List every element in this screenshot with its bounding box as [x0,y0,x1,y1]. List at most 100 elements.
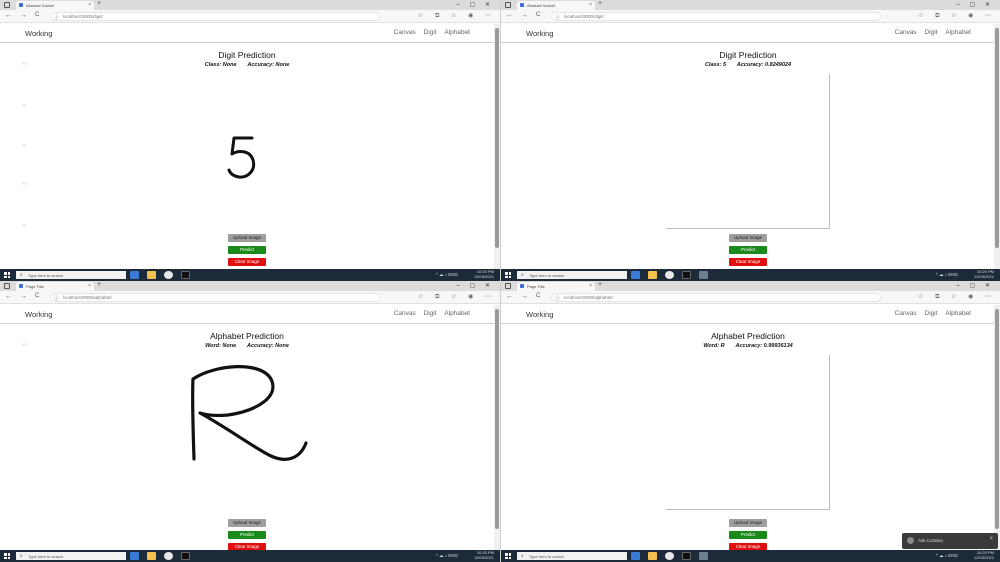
nav-digit-link[interactable]: Digit [925,29,938,36]
system-tray-icons[interactable]: ^ ☁ ♪ ENG [936,272,958,278]
reload-icon[interactable]: C [536,12,540,18]
back-icon[interactable]: ← [506,12,513,19]
forward-icon[interactable]: → [20,12,27,19]
browser-tab[interactable]: Abstract Socket × [16,1,94,10]
file-explorer-icon[interactable] [648,271,657,279]
site-info-icon[interactable]: ⓘ [555,295,560,301]
taskbar-search[interactable]: ⌕ Type here to search [517,552,627,560]
new-tab-button[interactable]: + [97,0,101,7]
reload-icon[interactable]: C [35,12,39,18]
scrollbar-thumb[interactable] [495,309,499,529]
browser-tab[interactable]: Page Title × [16,282,94,291]
system-tray-icons[interactable]: ^ ☁ ♪ ENG [436,553,458,559]
close-tab-icon[interactable]: × [589,2,592,8]
nav-alphabet-link[interactable]: Alphabet [444,29,470,36]
file-explorer-icon[interactable] [147,271,156,279]
taskbar-search[interactable]: ⌕ Type here to search [16,271,126,279]
app-icon[interactable] [699,552,708,560]
brand-link[interactable]: Working [526,29,553,38]
forward-icon[interactable]: → [521,12,528,19]
brand-link[interactable]: Working [25,29,52,38]
system-tray-icons[interactable]: ^ ☁ ♪ ENG [436,272,458,278]
new-tab-button[interactable]: + [97,281,101,288]
new-tab-button[interactable]: + [598,281,602,288]
clock[interactable]: 10:20 PM 12/03/2021 [974,269,994,279]
terminal-icon[interactable] [682,271,691,279]
task-view-icon[interactable] [631,552,640,560]
browser-tab[interactable]: Abstract Socket × [517,1,595,10]
url-bar[interactable]: ⓘ localhost:8000/alphabet/ [551,293,881,302]
nav-canvas-link[interactable]: Canvas [394,310,416,317]
file-explorer-icon[interactable] [147,552,156,560]
clock[interactable]: 10:20 PM 12/03/2021 [974,550,994,560]
windows-start-icon[interactable] [4,272,10,278]
upload-image-button[interactable]: Upload Image [228,234,266,242]
predict-button[interactable]: Predict [729,246,767,254]
terminal-icon[interactable] [181,552,190,560]
nav-canvas-link[interactable]: Canvas [394,29,416,36]
predict-button[interactable]: Predict [729,531,767,539]
chrome-icon[interactable] [665,552,674,560]
back-icon[interactable]: ← [5,12,12,19]
back-icon[interactable]: ← [506,293,513,300]
toolbar-icons[interactable]: ☆ ⧉ ☆ ◉ ⋯ [418,12,496,20]
close-tab-icon[interactable]: × [589,283,592,289]
nav-digit-link[interactable]: Digit [424,29,437,36]
close-tab-icon[interactable]: × [88,283,91,289]
windows-start-icon[interactable] [4,553,10,559]
taskbar-search[interactable]: ⌕ Type here to search [16,552,126,560]
forward-icon[interactable]: → [20,293,27,300]
url-bar[interactable]: ⓘ localhost:8000/alphabet/ [50,293,380,302]
clear-image-button[interactable]: Clear Image [729,258,767,266]
close-icon[interactable]: × [989,536,993,542]
close-tab-icon[interactable]: × [88,2,91,8]
reload-icon[interactable]: C [536,293,540,299]
predict-button[interactable]: Predict [228,531,266,539]
app-icon[interactable] [699,271,708,279]
window-controls[interactable]: – ▢ ✕ [457,282,494,289]
window-menu-icon[interactable] [505,283,511,289]
scrollbar-thumb[interactable] [495,28,499,248]
toolbar-icons[interactable]: ☆ ⧉ ☆ ◉ ⋯ [918,293,996,301]
scrollbar-thumb[interactable] [995,309,999,529]
site-info-icon[interactable]: ⓘ [54,295,59,301]
cortana-toast[interactable]: Ask Cortana × [902,533,998,549]
chrome-icon[interactable] [164,552,173,560]
toolbar-icons[interactable]: ☆ ⧉ ☆ ◉ ⋯ [918,12,996,20]
window-controls[interactable]: – ▢ ✕ [957,1,994,8]
chrome-icon[interactable] [665,271,674,279]
upload-image-button[interactable]: Upload Image [228,519,266,527]
site-info-icon[interactable]: ⓘ [555,14,560,20]
url-bar[interactable]: ⓘ localhost:8000/digit/ [551,12,881,21]
url-bar[interactable]: ⓘ localhost:8000/digit/ [50,12,380,21]
system-tray-icons[interactable]: ^ ☁ ♪ ENG [936,553,958,559]
clock[interactable]: 10:20 PM 12/03/2021 [474,269,494,279]
nav-alphabet-link[interactable]: Alphabet [945,29,971,36]
window-menu-icon[interactable] [4,283,10,289]
browser-tab[interactable]: Page Title × [517,282,595,291]
terminal-icon[interactable] [181,271,190,279]
windows-start-icon[interactable] [505,553,511,559]
drawing-canvas[interactable] [666,355,830,510]
upload-image-button[interactable]: Upload Image [729,519,767,527]
nav-digit-link[interactable]: Digit [424,310,437,317]
window-menu-icon[interactable] [4,2,10,8]
site-info-icon[interactable]: ⓘ [54,14,59,20]
task-view-icon[interactable] [130,552,139,560]
nav-canvas-link[interactable]: Canvas [895,29,917,36]
task-view-icon[interactable] [631,271,640,279]
window-controls[interactable]: – ▢ ✕ [457,1,494,8]
windows-start-icon[interactable] [505,272,511,278]
chrome-icon[interactable] [164,271,173,279]
nav-alphabet-link[interactable]: Alphabet [945,310,971,317]
scrollbar-thumb[interactable] [995,28,999,248]
drawing-canvas[interactable] [666,74,830,229]
upload-image-button[interactable]: Upload Image [729,234,767,242]
file-explorer-icon[interactable] [648,552,657,560]
window-controls[interactable]: – ▢ ✕ [957,282,994,289]
nav-alphabet-link[interactable]: Alphabet [444,310,470,317]
nav-digit-link[interactable]: Digit [925,310,938,317]
reload-icon[interactable]: C [35,293,39,299]
toolbar-icons[interactable]: ☆ ⧉ ☆ ◉ ⋯ [418,293,496,301]
forward-icon[interactable]: → [521,293,528,300]
